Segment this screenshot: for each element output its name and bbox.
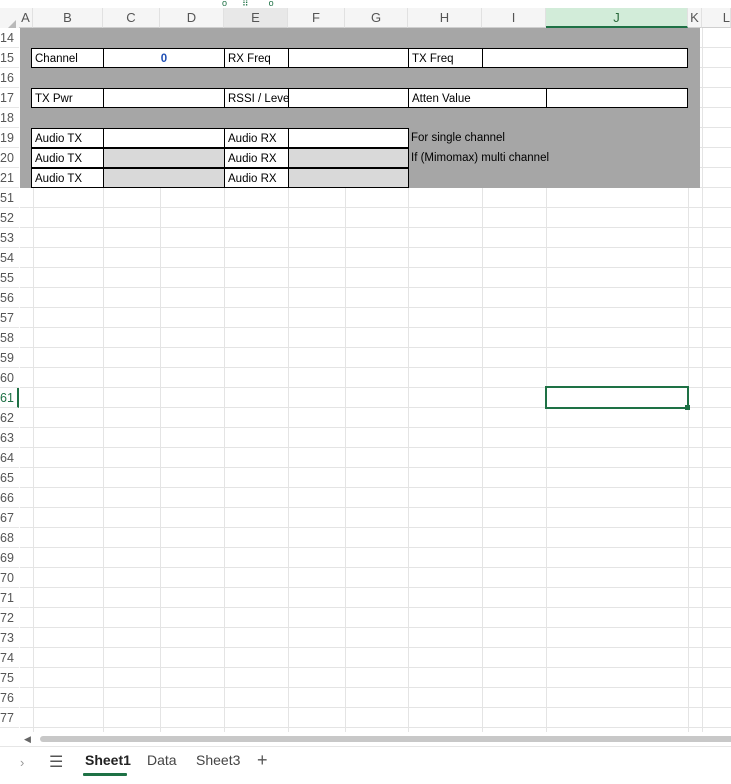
audio-tx-label-cell[interactable]: Audio TX [31,148,104,168]
sheet-tab-bar: › ☰ Sheet1 Data Sheet3 + [0,746,731,784]
column-header-b[interactable]: B [33,8,103,28]
chevron-right-icon[interactable]: › [20,755,24,770]
audio-tx-label-cell[interactable]: Audio TX [31,168,104,188]
row-header[interactable]: 60 [0,368,19,388]
column-header-k[interactable]: K [688,8,702,28]
spreadsheet-grid[interactable]: o ⠿ o A B C D E F G H I J K L 14 15 16 1… [0,0,731,732]
row-header[interactable]: 52 [0,208,19,228]
single-channel-note: For single channel [411,132,505,144]
row-header[interactable]: 53 [0,228,19,248]
audio-rx-label-cell[interactable]: Audio RX [224,128,289,148]
row-header[interactable]: 76 [0,688,19,708]
row-header[interactable]: 63 [0,428,19,448]
channel-label-cell[interactable]: Channel [31,48,104,68]
row-header[interactable]: 19 [0,128,19,148]
rssi-label-cell[interactable]: RSSI / Level [224,88,289,108]
hamburger-menu-icon[interactable]: ☰ [49,752,63,772]
column-header-d[interactable]: D [160,8,224,28]
audio-rx-label-cell[interactable]: Audio RX [224,168,289,188]
row-header[interactable]: 57 [0,308,19,328]
row-header[interactable]: 74 [0,648,19,668]
column-header-f[interactable]: F [288,8,345,28]
audio-tx-value-cell[interactable] [103,128,225,148]
column-header-h[interactable]: H [408,8,482,28]
scroll-left-icon[interactable]: ◀ [24,734,31,745]
fill-handle[interactable] [685,405,690,410]
audio-rx-value-cell[interactable] [288,148,409,168]
tx-freq-label-cell[interactable]: TX Freq [408,48,483,68]
row-header[interactable]: 73 [0,628,19,648]
row-header[interactable]: 15 [0,48,19,68]
row-header[interactable]: 71 [0,588,19,608]
audio-rx-label-cell[interactable]: Audio RX [224,148,289,168]
column-header-g[interactable]: G [345,8,408,28]
row-header[interactable]: 54 [0,248,19,268]
rssi-value-cell[interactable] [288,88,409,108]
row-header[interactable]: 55 [0,268,19,288]
row-header[interactable]: 67 [0,508,19,528]
row-header[interactable]: 21 [0,168,19,188]
row-header[interactable]: 17 [0,88,19,108]
row-header[interactable]: 16 [0,68,19,88]
tab-data[interactable]: Data [145,752,179,768]
atten-value-cell[interactable] [546,88,688,108]
row-header[interactable]: 51 [0,188,19,208]
column-header-e[interactable]: E [224,8,288,28]
channel-value-cell[interactable]: 0 [103,48,225,68]
row-header[interactable]: 18 [0,108,19,128]
row-header-selected[interactable]: 61 [0,388,19,408]
audio-tx-value-cell[interactable] [103,148,225,168]
row-header[interactable]: 70 [0,568,19,588]
row-header[interactable]: 58 [0,328,19,348]
active-tab-indicator [83,773,127,776]
column-header-i[interactable]: I [482,8,546,28]
row-header[interactable]: 66 [0,488,19,508]
tx-pwr-label-cell[interactable]: TX Pwr [31,88,104,108]
tx-pwr-value-cell[interactable] [103,88,225,108]
horizontal-scrollbar[interactable]: ◀ [20,732,731,746]
row-header[interactable]: 77 [0,708,19,728]
row-header[interactable]: 68 [0,528,19,548]
multi-channel-note: If (Mimomax) multi channel [411,152,550,164]
freeze-handle-icon[interactable]: o ⠿ o [222,0,274,8]
scrollbar-thumb[interactable] [40,736,731,742]
row-header[interactable]: 62 [0,408,19,428]
column-header-a[interactable]: A [19,8,33,28]
tx-freq-value-cell[interactable] [482,48,688,68]
rx-freq-value-cell[interactable] [288,48,409,68]
rx-freq-label-cell[interactable]: RX Freq [224,48,289,68]
row-header[interactable]: 59 [0,348,19,368]
row-header[interactable]: 69 [0,548,19,568]
audio-tx-value-cell[interactable] [103,168,225,188]
tab-sheet3[interactable]: Sheet3 [194,752,242,768]
row-header[interactable]: 65 [0,468,19,488]
row-header[interactable]: 64 [0,448,19,468]
column-header-j[interactable]: J [546,8,688,28]
column-header-c[interactable]: C [103,8,160,28]
row-header[interactable]: 14 [0,28,19,48]
audio-rx-value-cell[interactable] [288,168,409,188]
active-cell-j61[interactable] [545,386,689,409]
row-header[interactable]: 75 [0,668,19,688]
audio-tx-label-cell[interactable]: Audio TX [31,128,104,148]
row-header[interactable]: 56 [0,288,19,308]
atten-label-cell[interactable]: Atten Value [408,88,547,108]
tab-sheet1[interactable]: Sheet1 [83,752,133,768]
row-header[interactable]: 72 [0,608,19,628]
add-sheet-button[interactable]: + [257,750,268,771]
audio-rx-value-cell[interactable] [288,128,409,148]
select-all-corner[interactable] [0,8,19,32]
row-header[interactable]: 20 [0,148,19,168]
column-header-l[interactable]: L [702,8,731,28]
